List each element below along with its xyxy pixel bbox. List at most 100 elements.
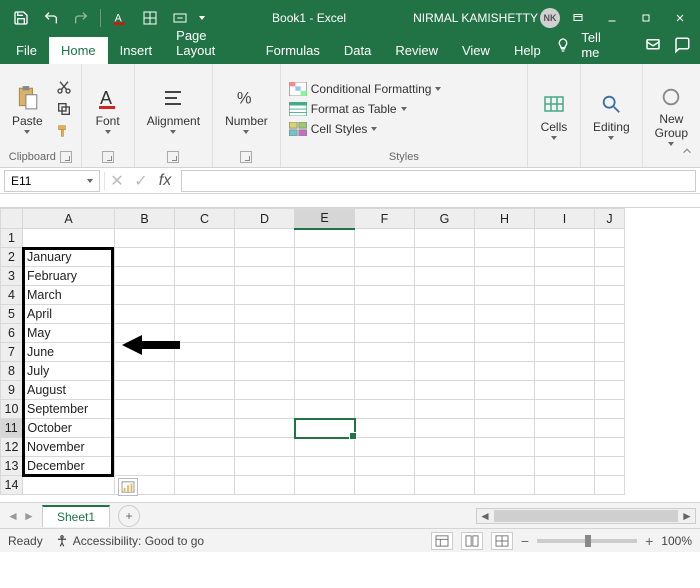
cell-J5[interactable] [595, 305, 625, 324]
cell-styles-button[interactable]: Cell Styles [287, 120, 380, 138]
cell-F13[interactable] [355, 457, 415, 476]
cell-C11[interactable] [175, 419, 235, 438]
cell-J1[interactable] [595, 229, 625, 248]
fx-icon[interactable]: fx [153, 170, 177, 192]
cell-C9[interactable] [175, 381, 235, 400]
cell-E1[interactable] [295, 229, 355, 248]
cell-H6[interactable] [475, 324, 535, 343]
cell-H8[interactable] [475, 362, 535, 381]
cell-B5[interactable] [115, 305, 175, 324]
cell-F2[interactable] [355, 248, 415, 267]
font-button[interactable]: A Font [88, 82, 128, 136]
cell-A5[interactable]: April [23, 305, 115, 324]
cell-H1[interactable] [475, 229, 535, 248]
cell-D14[interactable] [235, 476, 295, 495]
cell-G10[interactable] [415, 400, 475, 419]
cell-D5[interactable] [235, 305, 295, 324]
row-header-1[interactable]: 1 [1, 229, 23, 248]
cell-G7[interactable] [415, 343, 475, 362]
cell-H11[interactable] [475, 419, 535, 438]
cell-A1[interactable] [23, 229, 115, 248]
cell-B9[interactable] [115, 381, 175, 400]
redo-icon[interactable] [68, 5, 94, 31]
format-painter-icon[interactable] [53, 121, 75, 141]
row-header-6[interactable]: 6 [1, 324, 23, 343]
col-header-D[interactable]: D [235, 209, 295, 229]
zoom-in-icon[interactable]: + [645, 533, 653, 549]
cell-A3[interactable]: February [23, 267, 115, 286]
cell-E7[interactable] [295, 343, 355, 362]
cell-D2[interactable] [235, 248, 295, 267]
cell-I14[interactable] [535, 476, 595, 495]
cell-B2[interactable] [115, 248, 175, 267]
minimize-icon[interactable] [596, 4, 628, 32]
cell-C3[interactable] [175, 267, 235, 286]
cell-H13[interactable] [475, 457, 535, 476]
col-header-C[interactable]: C [175, 209, 235, 229]
cell-I4[interactable] [535, 286, 595, 305]
cell-H5[interactable] [475, 305, 535, 324]
sheet-tab-sheet1[interactable]: Sheet1 [42, 505, 110, 527]
cell-B8[interactable] [115, 362, 175, 381]
col-header-I[interactable]: I [535, 209, 595, 229]
tab-home[interactable]: Home [49, 37, 108, 64]
row-header-11[interactable]: 11 [1, 419, 23, 438]
row-header-8[interactable]: 8 [1, 362, 23, 381]
cell-C8[interactable] [175, 362, 235, 381]
share-icon[interactable] [643, 33, 664, 57]
collapse-ribbon-icon[interactable] [680, 144, 694, 163]
cell-H14[interactable] [475, 476, 535, 495]
cell-D10[interactable] [235, 400, 295, 419]
cell-C6[interactable] [175, 324, 235, 343]
cell-H12[interactable] [475, 438, 535, 457]
sheet-nav-prev-icon[interactable]: ◄ [6, 509, 20, 523]
cell-B1[interactable] [115, 229, 175, 248]
zoom-out-icon[interactable]: − [521, 533, 529, 549]
cell-C5[interactable] [175, 305, 235, 324]
col-header-B[interactable]: B [115, 209, 175, 229]
cell-C7[interactable] [175, 343, 235, 362]
cell-A11[interactable]: October [23, 419, 115, 438]
col-header-G[interactable]: G [415, 209, 475, 229]
accessibility-status[interactable]: Accessibility: Good to go [55, 534, 204, 548]
format-as-table-button[interactable]: Format as Table [287, 100, 409, 118]
close-icon[interactable] [664, 4, 696, 32]
cell-I9[interactable] [535, 381, 595, 400]
cell-J11[interactable] [595, 419, 625, 438]
cell-D8[interactable] [235, 362, 295, 381]
cell-I13[interactable] [535, 457, 595, 476]
row-header-14[interactable]: 14 [1, 476, 23, 495]
alignment-button[interactable]: Alignment [141, 82, 206, 136]
paste-button[interactable]: Paste [6, 82, 49, 136]
cell-H3[interactable] [475, 267, 535, 286]
row-header-2[interactable]: 2 [1, 248, 23, 267]
cell-G4[interactable] [415, 286, 475, 305]
cell-F12[interactable] [355, 438, 415, 457]
cell-I1[interactable] [535, 229, 595, 248]
zoom-slider[interactable] [537, 539, 637, 543]
cell-A7[interactable]: June [23, 343, 115, 362]
row-header-10[interactable]: 10 [1, 400, 23, 419]
cell-E10[interactable] [295, 400, 355, 419]
comments-icon[interactable] [671, 33, 692, 57]
cell-E8[interactable] [295, 362, 355, 381]
new-sheet-button[interactable]: + [118, 505, 140, 527]
tab-help[interactable]: Help [502, 37, 553, 64]
cell-I8[interactable] [535, 362, 595, 381]
cell-F5[interactable] [355, 305, 415, 324]
cell-A9[interactable]: August [23, 381, 115, 400]
user-avatar[interactable]: NK [540, 8, 560, 28]
cell-A8[interactable]: July [23, 362, 115, 381]
scroll-left-icon[interactable]: ◄ [477, 509, 493, 523]
zoom-level[interactable]: 100% [661, 534, 692, 548]
cell-F10[interactable] [355, 400, 415, 419]
cell-C2[interactable] [175, 248, 235, 267]
undo-icon[interactable] [38, 5, 64, 31]
cell-A6[interactable]: May [23, 324, 115, 343]
lightbulb-icon[interactable] [553, 33, 574, 57]
horizontal-scrollbar[interactable]: ◄ ► [476, 508, 696, 524]
cell-B3[interactable] [115, 267, 175, 286]
clipboard-dialog-launcher[interactable] [60, 151, 72, 163]
cell-F1[interactable] [355, 229, 415, 248]
cell-A2[interactable]: January [23, 248, 115, 267]
